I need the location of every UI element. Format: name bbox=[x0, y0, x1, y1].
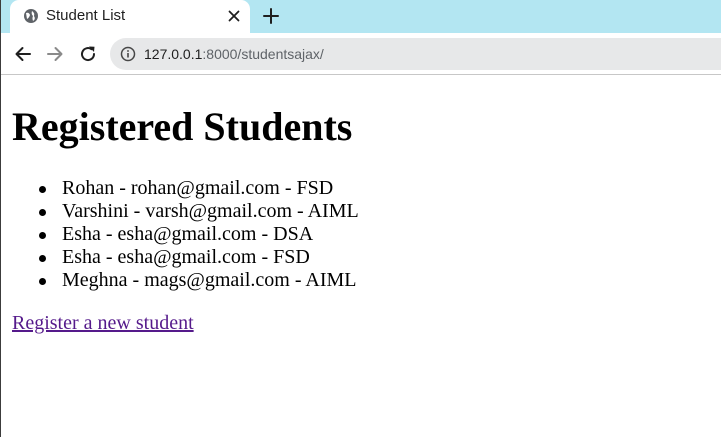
student-text: Meghna - mags@gmail.com - AIML bbox=[62, 269, 357, 291]
bullet-icon bbox=[39, 278, 46, 285]
info-icon[interactable] bbox=[120, 46, 136, 62]
student-list-item: Esha - esha@gmail.com - FSD bbox=[39, 246, 359, 269]
page-title: Registered Students bbox=[12, 104, 353, 149]
url-path: :8000/studentsajax/ bbox=[202, 46, 324, 62]
page-content: Registered Students Rohan - rohan@gmail.… bbox=[1, 75, 721, 437]
bullet-icon bbox=[39, 232, 46, 239]
url-host: 127.0.0.1 bbox=[144, 46, 203, 62]
bullet-icon bbox=[39, 209, 46, 216]
browser-toolbar: 127.0.0.1:8000/studentsajax/ bbox=[1, 33, 721, 74]
student-list-item: Rohan - rohan@gmail.com - FSD bbox=[39, 177, 359, 200]
globe-icon bbox=[24, 9, 38, 23]
tab-title: Student List bbox=[46, 7, 126, 24]
bullet-icon bbox=[39, 186, 46, 193]
close-icon[interactable] bbox=[226, 8, 242, 24]
bullet-icon bbox=[39, 255, 46, 262]
arrow-right-icon[interactable] bbox=[45, 44, 65, 64]
tab-student-list[interactable]: Student List bbox=[10, 0, 250, 33]
student-text: Rohan - rohan@gmail.com - FSD bbox=[62, 177, 334, 199]
register-student-link[interactable]: Register a new student bbox=[12, 311, 194, 335]
student-text: Varshini - varsh@gmail.com - AIML bbox=[62, 200, 359, 222]
student-list-item: Varshini - varsh@gmail.com - AIML bbox=[39, 200, 359, 223]
plus-icon[interactable] bbox=[262, 7, 280, 25]
student-list-item: Meghna - mags@gmail.com - AIML bbox=[39, 269, 359, 292]
arrow-left-icon[interactable] bbox=[13, 44, 33, 64]
student-text: Esha - esha@gmail.com - DSA bbox=[62, 223, 314, 245]
student-text: Esha - esha@gmail.com - FSD bbox=[62, 246, 310, 268]
address-bar[interactable]: 127.0.0.1:8000/studentsajax/ bbox=[110, 38, 721, 70]
url-text: 127.0.0.1:8000/studentsajax/ bbox=[144, 45, 324, 63]
student-list: Rohan - rohan@gmail.com - FSD Varshini -… bbox=[39, 177, 359, 292]
reload-icon[interactable] bbox=[78, 44, 98, 64]
tab-strip: Student List bbox=[1, 0, 721, 33]
student-list-item: Esha - esha@gmail.com - DSA bbox=[39, 223, 359, 246]
